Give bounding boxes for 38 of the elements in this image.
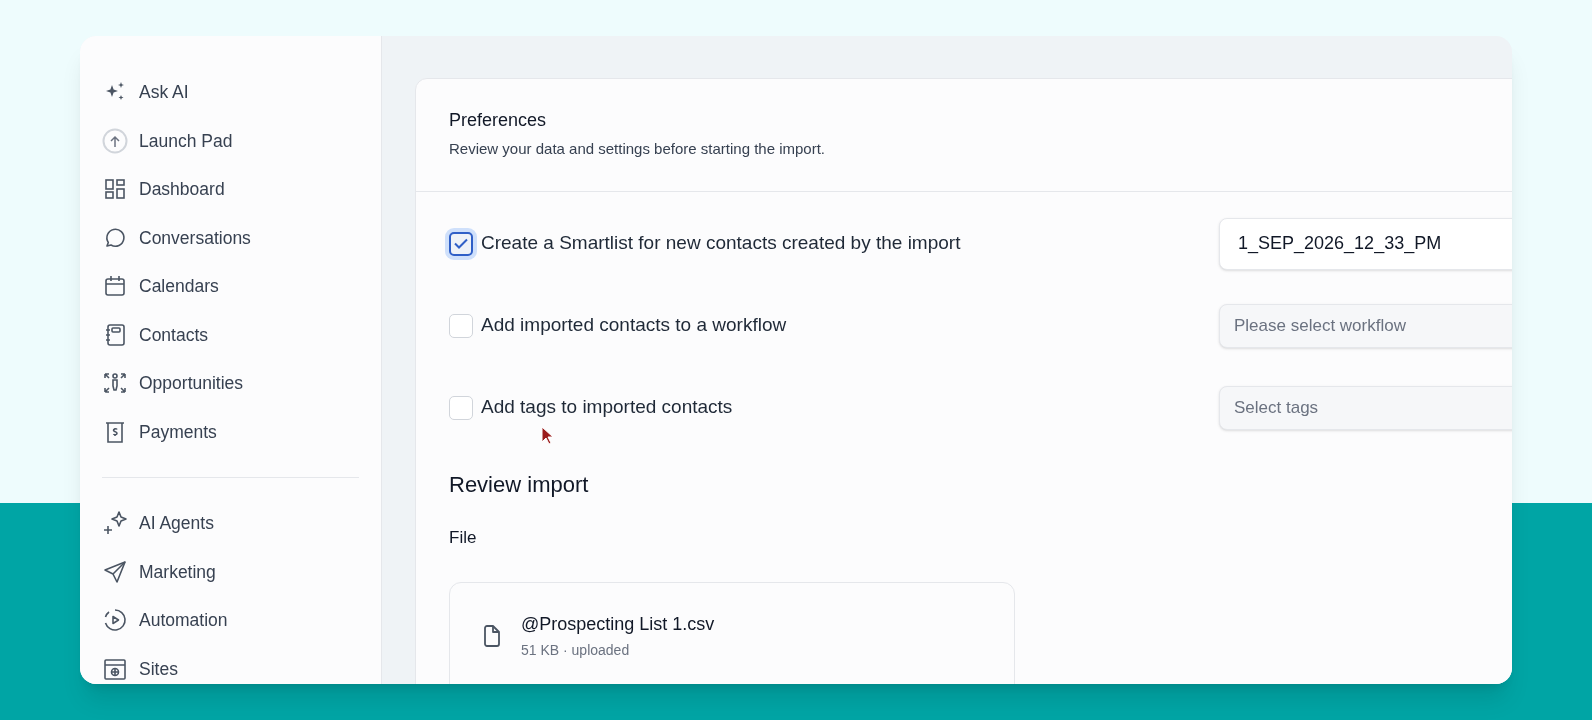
sidebar-item[interactable]: Calendars <box>102 262 359 311</box>
notebook-icon <box>103 322 127 347</box>
receipt-icon <box>103 419 127 444</box>
chat-bubble-icon <box>103 225 127 250</box>
sidebar-item[interactable]: Marketing <box>102 547 359 596</box>
sidebar-item[interactable]: Contacts <box>102 310 359 359</box>
sidebar-item[interactable]: Automation <box>102 596 359 645</box>
select-field[interactable]: Select tags <box>1219 385 1512 430</box>
sidebar-item[interactable]: Ask AI <box>102 68 359 117</box>
play-circle-icon <box>103 608 127 633</box>
sidebar-item[interactable]: Opportunities <box>102 359 359 408</box>
text-field[interactable]: 1_SEP_2026_12_33_PM <box>1219 217 1512 270</box>
sparkle-plus-icon <box>102 510 128 537</box>
upload-icon <box>102 127 128 154</box>
sidebar-item[interactable]: Dashboard <box>102 165 359 214</box>
checkmark-icon <box>454 238 468 249</box>
sidebar-item[interactable]: AI Agents <box>102 499 359 548</box>
dashboard-icon <box>103 177 127 202</box>
sidebar-item[interactable]: Conversations <box>102 213 359 262</box>
cursor-icon <box>541 425 555 446</box>
file-name: @Prospecting List 1.csv <box>521 613 715 636</box>
select-field[interactable]: Please select workflow <box>1219 303 1512 348</box>
file-icon <box>483 625 501 647</box>
option-label: Create a Smartlist for new contacts created by the import <box>481 231 961 256</box>
file-meta: 51 KB · uploaded <box>521 641 631 660</box>
sidebar-item[interactable]: Launch Pad <box>102 116 359 165</box>
card-subtitle: Review your data and settings before starting the import. <box>449 139 827 159</box>
review-heading: Review import <box>449 470 590 499</box>
option-label: Add tags to imported contacts <box>481 395 733 420</box>
sidebar-item[interactable]: Sites <box>102 644 359 684</box>
calendar-icon <box>103 274 127 299</box>
sidebar-item[interactable]: Payments <box>102 407 359 456</box>
file-heading: File <box>449 526 478 549</box>
browser-globe-icon <box>103 656 127 681</box>
paper-plane-icon <box>103 559 127 584</box>
card-title: Preferences <box>449 109 548 132</box>
people-arrows-icon <box>103 371 127 396</box>
option-label: Add imported contacts to a workflow <box>481 313 787 338</box>
